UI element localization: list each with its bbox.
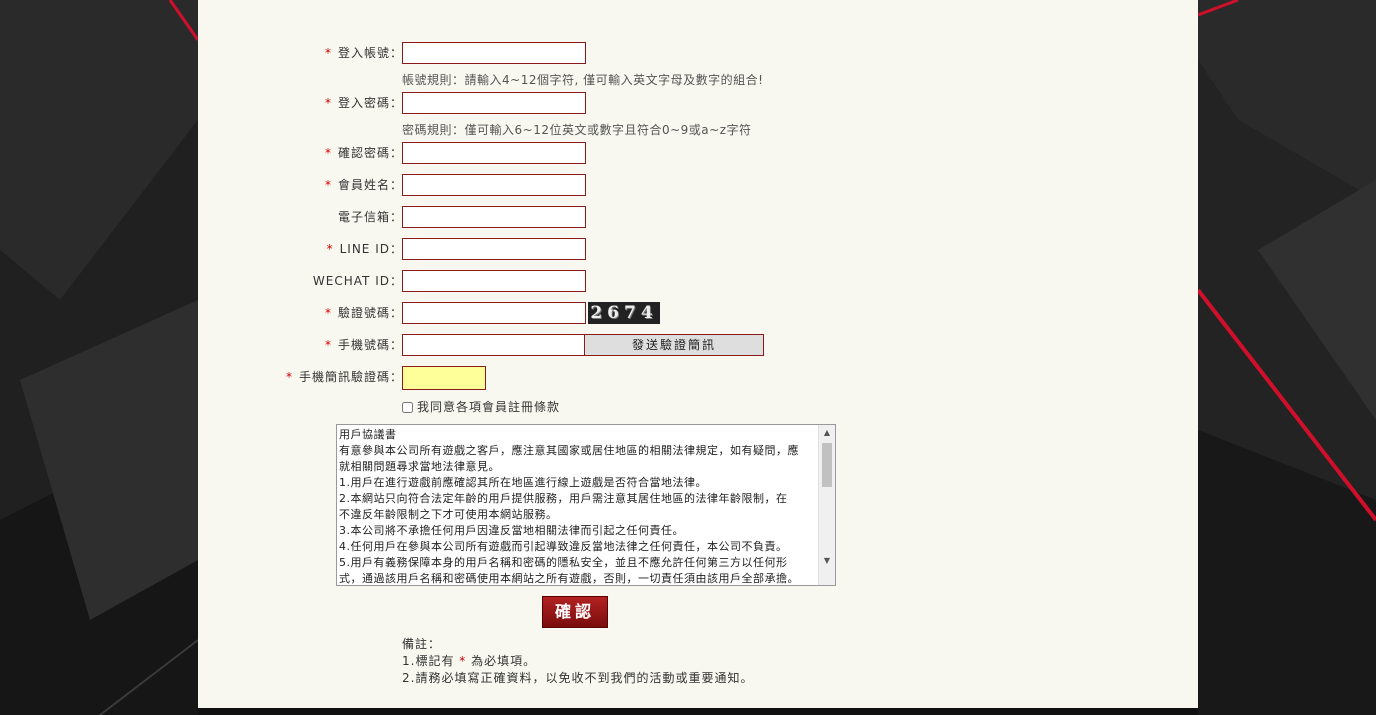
account-input[interactable] (402, 42, 586, 64)
field-row-account: * 登入帳號： (198, 42, 1198, 64)
password-label: * 登入密碼： (324, 96, 403, 110)
agree-label: 我同意各項會員註冊條款 (417, 400, 561, 414)
scroll-thumb[interactable] (822, 443, 832, 487)
note-1: 1.標記有 * 為必填項。 (402, 654, 537, 668)
email-input[interactable] (402, 206, 586, 228)
scroll-up-arrow-icon[interactable]: ▲ (819, 425, 835, 441)
phone-label: * 手機號碼： (324, 338, 403, 352)
line-id-input[interactable] (402, 238, 586, 260)
phone-input[interactable] (402, 334, 586, 356)
terms-scrollbar[interactable]: ▲ ▼ (818, 425, 835, 585)
note-2: 2.請務必填寫正確資料，以免收不到我們的活動或重要通知。 (402, 671, 754, 685)
field-row-wechat-id: WECHAT ID： (198, 270, 1198, 292)
sms-code-input[interactable] (402, 366, 486, 390)
terms-line: 3.本公司將不承擔任何用戶因違反當地相關法律而引起之任何責任。 (339, 524, 684, 537)
terms-line: 用戶協議書 (339, 428, 397, 441)
account-hint: 帳號規則：請輸入4~12個字符, 僅可輸入英文字母及數字的組合! (402, 73, 764, 87)
name-label: * 會員姓名： (324, 178, 403, 192)
email-label: 電子信箱： (337, 210, 403, 224)
field-row-password: * 登入密碼： (198, 92, 1198, 114)
terms-textarea[interactable]: 用戶協議書 有意參與本公司所有遊戲之客戶，應注意其國家或居住地區的相關法律規定，… (336, 424, 836, 586)
field-row-sms-code: * 手機簡訊驗證碼： (198, 366, 1198, 388)
terms-text: 用戶協議書 有意參與本公司所有遊戲之客戶，應注意其國家或居住地區的相關法律規定，… (339, 427, 819, 585)
decorative-background-left (0, 0, 198, 715)
field-row-captcha: * 驗證號碼： (198, 302, 1198, 324)
account-label: * 登入帳號： (324, 46, 403, 60)
decorative-background-right (1198, 0, 1376, 715)
password-hint: 密碼規則：僅可輸入6~12位英文或數字且符合0~9或a~z字符 (402, 123, 752, 137)
terms-line: 5.用戶有義務保障本身的用戶名稱和密碼的隱私安全，並且不應允許任何第三方以任何形 (339, 556, 788, 569)
agree-terms[interactable]: 我同意各項會員註冊條款 (402, 398, 560, 415)
agree-checkbox[interactable] (402, 402, 413, 413)
terms-line: 2.本網站只向符合法定年齡的用戶提供服務，用戶需注意其居住地區的法律年齡限制，在 (339, 492, 788, 505)
field-row-line-id: * LINE ID： (198, 238, 1198, 260)
notes-title: 備註： (402, 637, 442, 651)
captcha-label: * 驗證號碼： (324, 306, 403, 320)
captcha-image[interactable]: 2674 (588, 302, 660, 324)
registration-panel: * 登入帳號： 帳號規則：請輸入4~12個字符, 僅可輸入英文字母及數字的組合! … (198, 0, 1198, 708)
wechat-id-input[interactable] (402, 270, 586, 292)
notes: 備註： 1.標記有 * 為必填項。 2.請務必填寫正確資料，以免收不到我們的活動… (402, 636, 753, 687)
field-row-name: * 會員姓名： (198, 174, 1198, 196)
sms-code-label: * 手機簡訊驗證碼： (285, 370, 403, 384)
captcha-input[interactable] (402, 302, 586, 324)
terms-line: 1.用戶在進行遊戲前應確認其所在地區進行線上遊戲是否符合當地法律。 (339, 476, 707, 489)
terms-line: 有意參與本公司所有遊戲之客戶，應注意其國家或居住地區的相關法律規定，如有疑問，應 (339, 444, 799, 457)
terms-line: 4.任何用戶在參與本公司所有遊戲而引起導致違反當地法律之任何責任，本公司不負責。 (339, 540, 788, 553)
confirm-button[interactable]: 確認 (542, 596, 608, 628)
line-id-label: * LINE ID： (326, 242, 403, 256)
terms-line: 不違反年齡限制之下才可使用本網站服務。 (339, 508, 558, 521)
terms-line: 式，通過該用戶名稱和密碼使用本網站之所有遊戲，否則，一切責任須由該用戶全部承擔。 (339, 572, 799, 585)
send-sms-button[interactable]: 發送驗證簡訊 (584, 334, 764, 356)
terms-line: 就相關問題尋求當地法律意見。 (339, 460, 500, 473)
scroll-down-arrow-icon[interactable]: ▼ (819, 553, 835, 569)
field-row-confirm-password: * 確認密碼： (198, 142, 1198, 164)
password-input[interactable] (402, 92, 586, 114)
name-input[interactable] (402, 174, 586, 196)
wechat-id-label: WECHAT ID： (312, 274, 403, 288)
confirm-password-label: * 確認密碼： (324, 146, 403, 160)
field-row-email: 電子信箱： (198, 206, 1198, 228)
confirm-password-input[interactable] (402, 142, 586, 164)
